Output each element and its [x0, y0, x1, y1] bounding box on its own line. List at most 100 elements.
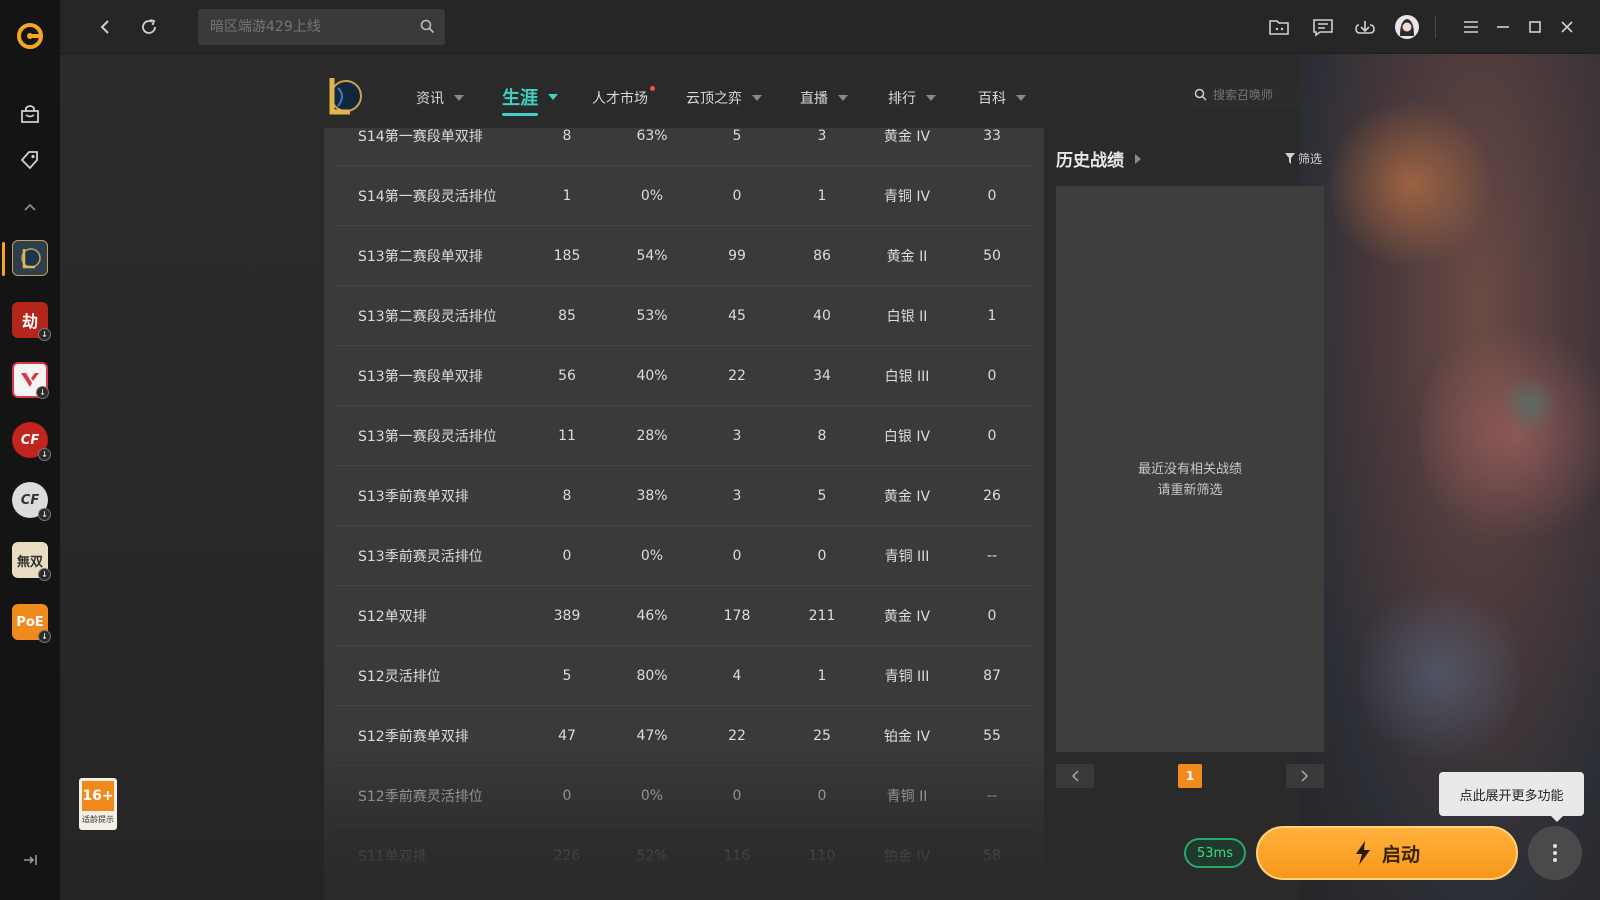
prev-page-button[interactable]	[1056, 764, 1094, 788]
win-rate: 47%	[636, 727, 668, 744]
nav-career[interactable]: 生涯	[502, 84, 558, 116]
win-rate: 52%	[636, 847, 668, 864]
global-search-input[interactable]	[210, 19, 410, 35]
chevron-down-icon	[926, 95, 936, 101]
wins-count: 22	[728, 727, 746, 744]
games-count: 185	[553, 247, 581, 264]
filter-label: 筛选	[1298, 152, 1323, 166]
menu-icon[interactable]	[1456, 12, 1486, 42]
summoner-search-box[interactable]	[1186, 82, 1302, 108]
global-search-box[interactable]	[198, 9, 445, 45]
rank-tier: 黄金 IV	[883, 608, 931, 625]
wins-count: 0	[732, 187, 742, 204]
store-bag-icon[interactable]	[8, 92, 52, 136]
win-rate: 0%	[640, 547, 664, 564]
launch-button[interactable]: 启动	[1256, 826, 1518, 880]
lol-logo-icon[interactable]	[324, 74, 364, 118]
games-count: 11	[558, 427, 576, 444]
next-page-button[interactable]	[1286, 764, 1324, 788]
table-row[interactable]: S14第一赛段灵活排位 1 0% 0 1 青铜 IV 0	[334, 166, 1034, 226]
nav-wiki[interactable]: 百科	[978, 88, 1026, 108]
rank-tier: 铂金 IV	[883, 848, 931, 865]
more-features-tooltip: 点此展开更多功能	[1439, 772, 1584, 822]
table-row[interactable]: S13第二赛段灵活排位 85 53% 45 40 白银 II 1	[334, 286, 1034, 346]
losses-count: 5	[817, 487, 827, 504]
table-row[interactable]: S12灵活排位 5 80% 4 1 青铜 III 87	[334, 646, 1034, 706]
collapse-up-icon[interactable]	[8, 186, 52, 230]
search-icon[interactable]	[420, 19, 435, 38]
active-game-indicator	[2, 242, 5, 276]
game-legend-icon[interactable]: 劫 ↓	[12, 302, 51, 341]
table-row[interactable]: S12单双排 389 46% 178 211 黄金 IV 0	[334, 586, 1034, 646]
more-options-button[interactable]	[1528, 826, 1582, 880]
games-count: 56	[558, 367, 576, 384]
summoner-search-input[interactable]	[1213, 88, 1293, 102]
nav-news[interactable]: 资讯	[416, 88, 464, 108]
filter-button[interactable]: 筛选	[1285, 150, 1322, 167]
minimize-icon[interactable]	[1488, 12, 1518, 42]
nav-talent-market[interactable]: 人才市场	[592, 86, 655, 108]
losses-count: 1	[817, 187, 827, 204]
history-list: 最近没有相关战绩 请重新筛选	[1056, 186, 1324, 752]
league-points: 55	[983, 727, 1001, 744]
expand-sidebar-icon[interactable]	[8, 838, 52, 882]
notification-dot	[650, 86, 655, 91]
folder-game-icon[interactable]	[1264, 12, 1294, 42]
game-wushuang-icon[interactable]: 無双 ↓	[12, 542, 51, 581]
league-points: 87	[983, 667, 1001, 684]
top-bar	[60, 0, 1600, 54]
wins-count: 22	[728, 367, 746, 384]
win-rate: 38%	[636, 487, 668, 504]
close-icon[interactable]	[1552, 12, 1582, 42]
games-count: 85	[558, 307, 576, 324]
ping-indicator: 53ms	[1184, 838, 1246, 868]
age-rating: 16+	[82, 781, 114, 811]
game-cf-hd-icon[interactable]: CF ↓	[12, 482, 51, 521]
back-icon[interactable]	[90, 12, 120, 42]
table-row[interactable]: S12季前赛单双排 47 47% 22 25 铂金 IV 55	[334, 706, 1034, 766]
games-count: 389	[553, 607, 581, 624]
league-points: 0	[987, 187, 997, 204]
app-logo-icon[interactable]	[8, 14, 52, 58]
table-row[interactable]: S12季前赛灵活排位 0 0% 0 0 青铜 II --	[334, 766, 1034, 826]
season-name: S13第二赛段单双排	[358, 248, 483, 265]
season-name: S12季前赛灵活排位	[358, 788, 483, 805]
current-page-button[interactable]: 1	[1178, 764, 1202, 788]
nav-ranking-label: 排行	[888, 91, 916, 107]
season-name: S12季前赛单双排	[358, 728, 469, 745]
table-row[interactable]: S13第一赛段单双排 56 40% 22 34 白银 III 0	[334, 346, 1034, 406]
wins-count: 3	[732, 487, 742, 504]
nav-live[interactable]: 直播	[800, 88, 848, 108]
win-rate: 40%	[636, 367, 668, 384]
table-row[interactable]: S13季前赛单双排 8 38% 3 5 黄金 IV 26	[334, 466, 1034, 526]
losses-count: 3	[817, 128, 827, 144]
chevron-right-icon	[1301, 770, 1309, 782]
nav-tft-label: 云顶之弈	[686, 91, 742, 107]
season-name: S13第一赛段单双排	[358, 368, 483, 385]
season-name: S13第一赛段灵活排位	[358, 428, 497, 445]
history-header[interactable]: 历史战绩	[1056, 146, 1142, 171]
wins-count: 99	[728, 247, 746, 264]
game-crossfire-icon[interactable]: CF ↓	[12, 422, 51, 461]
filter-icon	[1285, 153, 1295, 164]
game-poe-icon[interactable]: PoE ↓	[12, 604, 51, 643]
chevron-down-icon	[752, 95, 762, 101]
table-row[interactable]: S13季前赛灵活排位 0 0% 0 0 青铜 III --	[334, 526, 1034, 586]
games-count: 0	[562, 787, 572, 804]
message-icon[interactable]	[1308, 12, 1338, 42]
nav-ranking[interactable]: 排行	[888, 88, 936, 108]
table-row[interactable]: S11单双排 226 52% 116 110 铂金 IV 58	[334, 826, 1034, 880]
download-icon[interactable]	[1350, 12, 1380, 42]
maximize-icon[interactable]	[1520, 12, 1550, 42]
table-row[interactable]: S14第一赛段单双排 8 63% 5 3 黄金 IV 33	[334, 128, 1034, 166]
refresh-icon[interactable]	[134, 12, 164, 42]
game-valorant-icon[interactable]: ↓	[12, 362, 49, 399]
history-title: 历史战绩	[1056, 151, 1124, 171]
avatar[interactable]	[1392, 12, 1422, 42]
table-row[interactable]: S13第一赛段灵活排位 11 28% 3 8 白银 IV 0	[334, 406, 1034, 466]
season-name: S12单双排	[358, 608, 427, 625]
table-row[interactable]: S13第二赛段单双排 185 54% 99 86 黄金 II 50	[334, 226, 1034, 286]
gamepad-tag-icon[interactable]	[8, 138, 52, 182]
nav-tft[interactable]: 云顶之弈	[686, 88, 762, 108]
game-lol-icon[interactable]	[12, 240, 48, 276]
